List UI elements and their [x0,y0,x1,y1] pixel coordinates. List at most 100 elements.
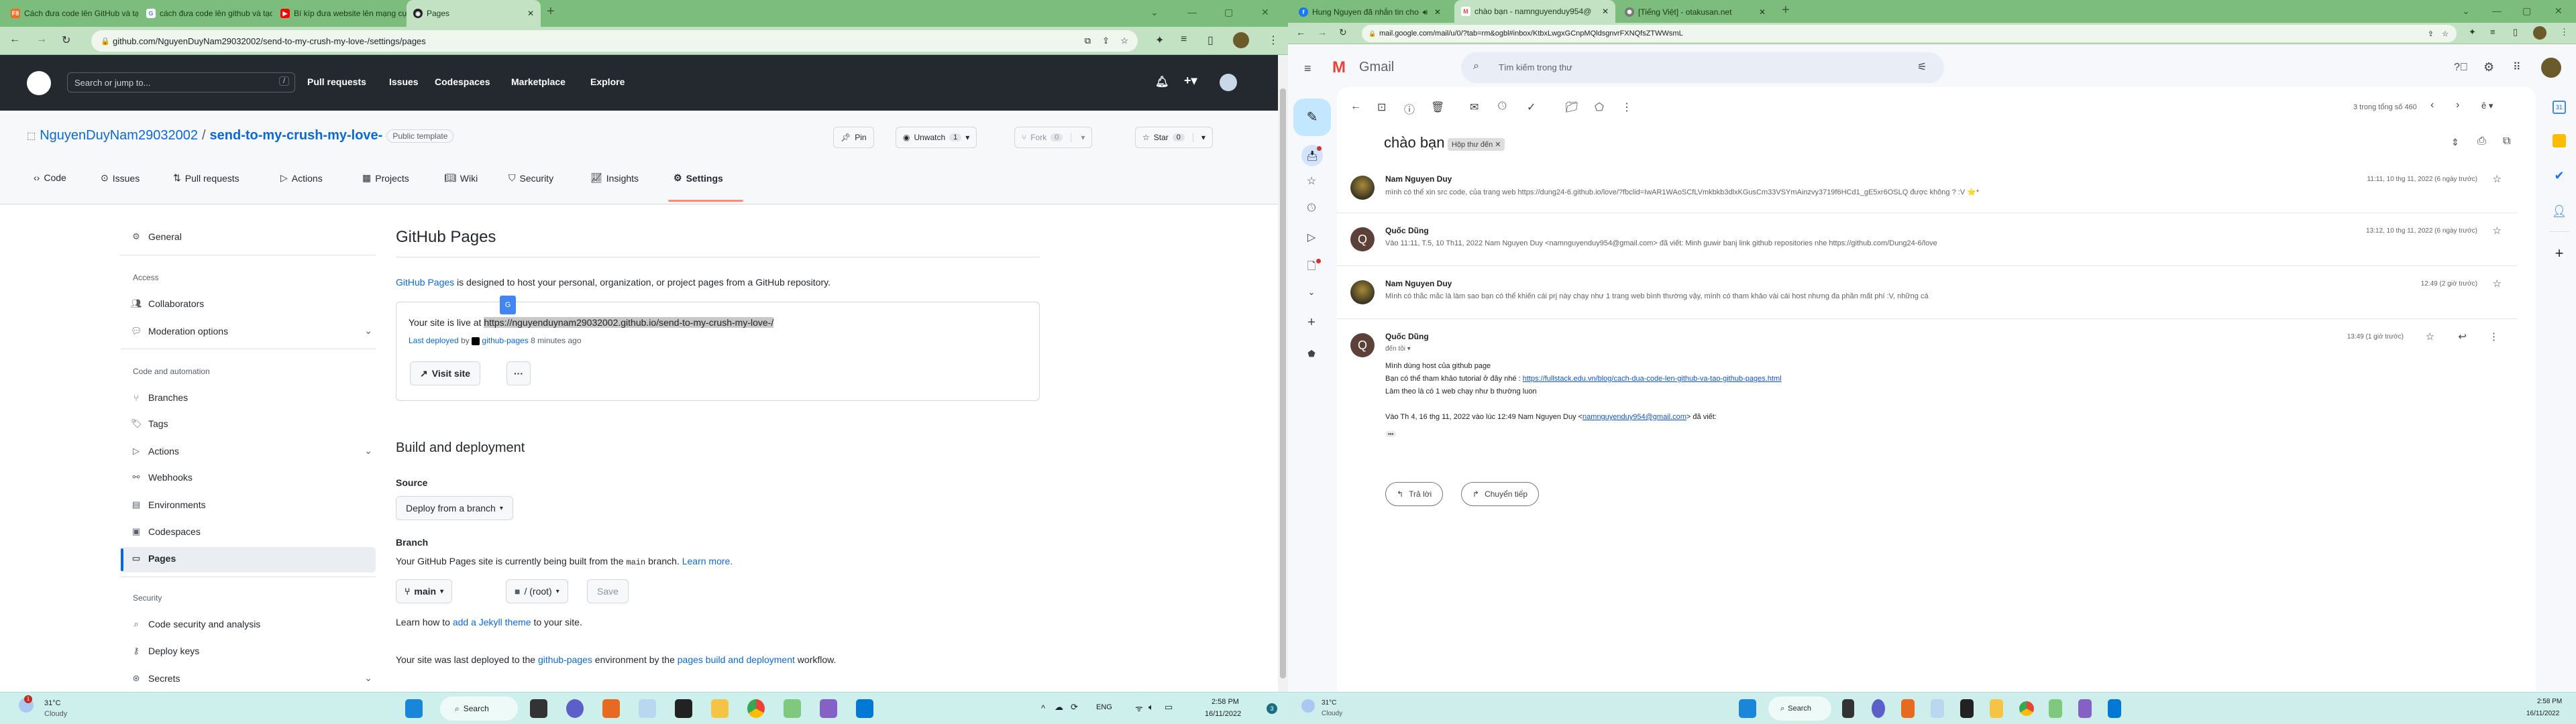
side-panel-icon[interactable]: ▯ [2513,27,2518,38]
battery-icon[interactable]: ▭ [1165,702,1173,713]
last-deployed-link[interactable]: Last deployed [409,336,459,345]
snooze-icon[interactable]: 🕓︎ [1498,101,1507,113]
tray-onedrive-icon[interactable]: ☁ [1055,702,1063,713]
taskbar-search[interactable]: ⌕ Search [1768,697,1831,721]
speaker-icon[interactable]: 🔊︎ [1423,7,1428,17]
maximize-button[interactable]: ▢ [2522,5,2531,17]
sidebar-item-general[interactable]: ⚙ General [131,231,182,242]
tray-overflow-icon[interactable]: ^ [1041,703,1045,713]
app-icon-xampp[interactable] [1901,699,1915,718]
maximize-button[interactable]: ▢ [1224,7,1233,18]
minimize-button[interactable]: — [2492,5,2502,16]
reading-list-icon[interactable]: ≡ [1181,34,1187,46]
drafts-icon[interactable]: 🗋 [1288,259,1335,277]
tab-search-icon[interactable]: ⌄ [1150,7,1159,18]
more-chevron-icon[interactable]: ⌄ [1288,287,1335,298]
main-menu-icon[interactable]: ≡ [1304,62,1311,76]
tab-wiki[interactable]: 📖︎ Wiki [444,172,478,184]
workflow-link[interactable]: pages build and deployment [678,654,795,665]
recipients-toggle[interactable]: đến tôi ▾ [1385,345,1411,353]
extensions-icon[interactable]: ✦ [1155,34,1164,47]
mail-search-input[interactable]: ⌕ Tìm kiếm trong thư ⚟ [1461,52,1944,83]
github-pages-link[interactable]: GitHub Pages [396,277,454,288]
collapsed-message[interactable]: Q Quốc Dũng Vào 11:11, T.5, 10 Th11, 202… [1337,214,2518,266]
forward-icon[interactable]: → [36,34,47,46]
close-window-button[interactable]: ✕ [2555,5,2563,17]
back-icon[interactable]: ← [1296,27,1305,38]
input-tools-icon[interactable]: ê ▾ [2481,101,2493,111]
gmail-logo-icon[interactable]: M [1332,58,1346,77]
app-icon-vscode[interactable] [856,699,873,718]
profile-avatar[interactable] [2533,26,2546,40]
search-input[interactable]: Search or jump to... / [67,72,295,93]
start-button[interactable] [1739,699,1756,718]
browser-tab[interactable]: ✺ [Tiếng Việt] - otakusan.net ✕ [1618,2,1772,22]
url-input[interactable]: 🔒 github.com/NguyenDuyNam29032002/send-to… [91,30,1138,52]
help-icon[interactable]: ?⃝ [2454,62,2468,74]
forward-button[interactable]: ↱ Chuyển tiếp [1461,482,1540,506]
browser-tab[interactable]: ▶Bí kíp đưa website lên mạng cực✕ [274,2,407,25]
app-icon-file-explorer[interactable] [711,699,729,718]
star-button[interactable]: ☆ Star 0 ▾ [1135,127,1213,148]
app-icon-tool[interactable] [784,699,801,718]
app-icon-notes[interactable] [675,699,692,718]
app-icon-chrome[interactable] [2019,701,2034,716]
tab-projects[interactable]: ▦ Projects [362,172,409,184]
reading-list-icon[interactable]: ≡ [2490,27,2496,37]
nav-issues[interactable]: Issues [389,76,419,87]
search-options-icon[interactable]: ⚟ [1917,60,1927,74]
expand-all-icon[interactable]: ⇕ [2451,137,2459,148]
sidebar-item-deploy-keys[interactable]: ⚷ Deploy keys [131,646,199,656]
browser-tab[interactable]: f Hung Nguyen đã nhắn tin cho 🔊︎ ✕ [1292,2,1448,22]
tab-actions[interactable]: ▷ Actions [280,172,323,184]
scrollbar-thumb[interactable] [1280,88,1286,678]
sidebar-item-webhooks[interactable]: ⚯ Webhooks [131,472,193,483]
label-icon[interactable]: ⬟ [1288,349,1335,359]
fork-button[interactable]: ⑂ Fork 0 ▾ [1014,127,1093,148]
sidebar-item-code-security[interactable]: ⌕ Code security and analysis [131,619,260,629]
show-trimmed-content-button[interactable]: ••• [1385,431,1397,437]
get-addons-icon[interactable]: + [2542,245,2576,262]
older-icon[interactable]: › [2456,99,2459,111]
deployer-link[interactable]: github-pages [482,336,528,345]
clock-date[interactable]: 16/11/2022 [2526,710,2559,717]
sent-icon[interactable]: ▷ [1288,231,1335,244]
app-icon-vscode[interactable] [2108,699,2121,718]
more-vert-icon[interactable]: ⋮ [2489,330,2499,343]
app-icon-visual-studio[interactable] [2078,699,2092,718]
github-logo-icon[interactable] [27,71,51,95]
compose-button[interactable]: ✎ [1293,99,1331,136]
close-tab-icon[interactable]: ✕ [1759,7,1766,17]
starred-icon[interactable]: ☆ [1288,174,1335,188]
back-to-inbox-icon[interactable]: ← [1350,101,1361,113]
inbox-label-chip[interactable]: Hộp thư đến ✕ [1448,138,1505,151]
nav-marketplace[interactable]: Marketplace [511,76,566,87]
sidebar-item-actions[interactable]: ▷ Actions ⌄ [131,445,372,457]
keep-icon[interactable] [2542,134,2576,151]
calendar-icon[interactable]: 31 [2542,101,2576,114]
star-icon[interactable]: ☆ [2493,173,2502,185]
tab-security[interactable]: ⛉ Security [508,172,553,184]
tab-search-icon[interactable]: ⌄ [2462,5,2470,17]
apps-grid-icon[interactable]: ⠿ [2513,60,2521,74]
account-avatar[interactable] [2541,58,2561,78]
star-icon[interactable]: ☆ [2493,278,2502,290]
email-link[interactable]: namnguyenduy954@gmail.com [1582,413,1686,421]
nav-pull-requests[interactable]: Pull requests [307,76,366,87]
browser-tab-active[interactable]: Mchào bạn - namnguyenduy954@ ✕ [1454,0,1615,23]
new-tab-button[interactable]: + [1782,3,1790,18]
url-input[interactable]: 🔒 mail.google.com/mail/u/0/?tab=rm&ogbl#i… [1362,25,2457,42]
start-button[interactable] [405,699,423,718]
snoozed-icon[interactable]: 🕓︎ [1288,202,1335,215]
settings-gear-icon[interactable]: ⚙ [2483,60,2494,74]
taskbar-search[interactable]: ⌕ Search [440,697,518,721]
extensions-icon[interactable]: ✦ [2469,27,2476,38]
notifications-bell-icon[interactable]: 🔔︎ [1155,75,1169,88]
sidebar-item-pages[interactable]: ▭ Pages [131,553,176,564]
star-icon[interactable]: ☆ [2493,225,2502,237]
tab-insights[interactable]: 📈︎ Insights [590,172,639,184]
move-to-icon[interactable]: 📁︎ [1565,101,1578,114]
notification-badge[interactable]: 3 [1267,703,1277,714]
clock-time[interactable]: 2:58 PM [1212,698,1239,706]
user-avatar[interactable] [1220,74,1237,91]
